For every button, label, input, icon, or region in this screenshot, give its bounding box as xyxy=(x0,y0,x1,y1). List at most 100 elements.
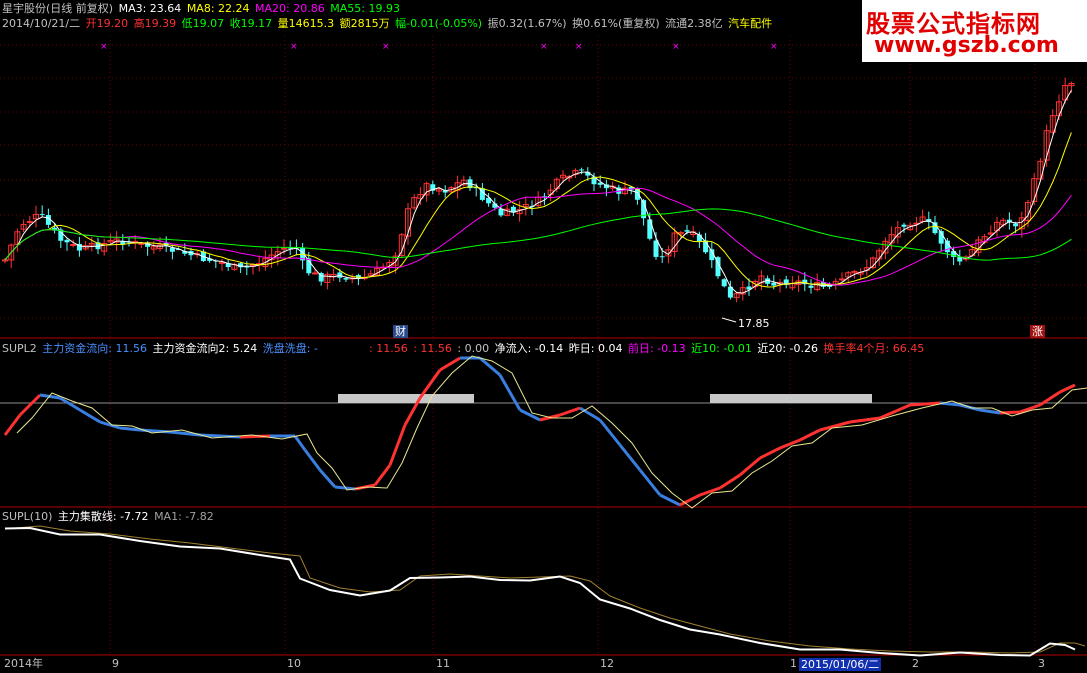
price-header-row2: 2014/10/21/二 开19.20 高19.39 低19.07 收19.17… xyxy=(2,17,774,30)
candle-body-up xyxy=(839,278,845,281)
supl2-name[interactable]: SUPL2 xyxy=(2,342,37,355)
candle-body-down xyxy=(721,279,727,287)
supl-name[interactable]: SUPL(10) xyxy=(2,510,52,523)
signal-marker: × xyxy=(575,42,583,52)
candle-body-down xyxy=(647,219,653,239)
xaxis-month-3: 3 xyxy=(1038,657,1045,670)
stock-title[interactable]: 星宇股份(日线 前复权) xyxy=(2,2,113,15)
financial-report-tag[interactable]: 财 xyxy=(393,325,408,338)
ma20-readout: MA20: 20.86 xyxy=(255,2,325,15)
ma8-line xyxy=(4,132,1072,288)
signal-marker: × xyxy=(382,42,390,52)
oscillator-segment xyxy=(679,493,701,507)
supl2-header: SUPL2 主力资金流向: 11.56 主力资金流向2: 5.24 洗盘洗盘: … xyxy=(2,342,320,355)
oscillator-segment xyxy=(1059,383,1076,394)
xaxis-cursor-date[interactable]: 2015/01/06/二 xyxy=(799,658,882,671)
candle-body-down xyxy=(579,169,585,171)
oscillator-segment xyxy=(799,428,821,442)
turnover-readout: 换0.61%(重复权) xyxy=(572,17,660,30)
supl2-v3: : 0.00 xyxy=(457,342,490,355)
low-price-pointer xyxy=(721,317,737,323)
oscillator-segment xyxy=(819,420,851,432)
oscillator-segment xyxy=(318,469,337,488)
candle-body-down xyxy=(1013,223,1019,227)
float-cap-readout: 流通2.38亿 xyxy=(665,17,723,30)
open-readout: 开19.20 xyxy=(85,17,129,30)
oscillator-segment xyxy=(303,449,322,471)
oscillator-segment xyxy=(879,403,911,420)
wash-bar-2 xyxy=(710,394,872,403)
signal-marker: × xyxy=(540,42,548,52)
ma55-line xyxy=(4,208,1072,261)
candle-body-down xyxy=(808,285,814,288)
prev-day-readout: 前日: -0.13 xyxy=(627,342,686,355)
change-readout: 幅-0.01(-0.05%) xyxy=(395,17,483,30)
signal-marker: × xyxy=(290,42,298,52)
yesterday-readout: 昨日: 0.04 xyxy=(568,342,623,355)
candle-body-up xyxy=(219,261,225,264)
site-watermark: 股票公式指标网 www.gszb.com xyxy=(862,0,1087,62)
low-readout: 低19.07 xyxy=(181,17,225,30)
candle-body-up xyxy=(312,272,318,275)
industry-readout[interactable]: 汽车配件 xyxy=(728,17,772,30)
oscillator-segment xyxy=(519,408,541,422)
signal-marker: × xyxy=(100,42,108,52)
wash-readout: 洗盘洗盘: - xyxy=(262,342,318,355)
oscillator-segment xyxy=(418,369,442,399)
xaxis-month-12: 12 xyxy=(600,657,614,670)
oscillator-segment xyxy=(759,446,781,460)
candle-body-down xyxy=(39,214,45,216)
supl2-v2: : 11.56 xyxy=(413,342,452,355)
candle-body-down xyxy=(659,256,665,258)
oscillator-segment xyxy=(598,419,622,446)
candle-body-down xyxy=(771,282,777,286)
candle-body-up xyxy=(70,244,77,247)
close-readout: 收19.17 xyxy=(229,17,273,30)
ma8-readout: MA8: 22.24 xyxy=(186,2,250,15)
amplitude-readout: 振0.32(1.67%) xyxy=(487,17,567,30)
xaxis-month-2: 2 xyxy=(912,657,919,670)
oscillator-segment xyxy=(618,444,642,471)
xaxis-year: 2014年 xyxy=(4,657,43,670)
xaxis-month-11: 11 xyxy=(436,657,450,670)
high-readout: 高19.39 xyxy=(133,17,177,30)
oscillator-segment xyxy=(293,435,307,451)
ma55-readout: MA55: 19.93 xyxy=(330,2,400,15)
price-header-row1: 星宇股份(日线 前复权) MA3: 23.64 MA8: 22.24 MA20:… xyxy=(2,2,402,15)
near10-readout: 近10: -0.01 xyxy=(691,342,752,355)
xaxis-month-9: 9 xyxy=(112,657,119,670)
candle-body-down xyxy=(684,230,690,232)
kline-chart-canvas[interactable]: × × × × × × × xyxy=(0,0,1087,673)
xaxis-month-1: 1 xyxy=(790,657,797,670)
signal-marker: × xyxy=(770,42,778,52)
supl2-oscillator xyxy=(3,355,1087,509)
watermark-url: www.gszb.com xyxy=(874,33,1059,58)
supl-gather-path xyxy=(4,526,1076,657)
oscillator-segment xyxy=(559,406,581,417)
oscillator-segment xyxy=(119,426,141,432)
candle-body-down xyxy=(64,239,70,243)
candle-body-up xyxy=(2,259,8,262)
limit-up-tag[interactable]: 涨 xyxy=(1030,325,1045,338)
oscillator-segment xyxy=(373,464,392,486)
oscillator-segment xyxy=(498,374,522,411)
gather-line-readout: 主力集散线: -7.72 xyxy=(57,510,149,523)
low-price-label: 17.85 xyxy=(738,317,770,330)
supl2-v1: : 11.56 xyxy=(369,342,408,355)
candlestick-series xyxy=(2,77,1075,303)
xaxis-month-10: 10 xyxy=(287,657,301,670)
wash-bar-1 xyxy=(338,394,474,403)
oscillator-segment xyxy=(388,424,407,466)
ma3-readout: MA3: 23.64 xyxy=(118,2,182,15)
candle-body-up xyxy=(26,220,33,223)
supl2-values: : 11.56 : 11.56 : 0.00 净流入: -0.14 昨日: 0.… xyxy=(369,342,926,355)
near20-readout: 近20: -0.26 xyxy=(757,342,818,355)
turnover-4m-readout: 换手率4个月: 66.45 xyxy=(823,342,925,355)
volume-readout: 量14615.3 xyxy=(277,17,335,30)
candle-body-down xyxy=(901,224,907,227)
date-readout: 2014/10/21/二 xyxy=(2,17,81,30)
supl-header: SUPL(10) 主力集散线: -7.72 MA1: -7.82 xyxy=(2,510,216,523)
oscillator-segment xyxy=(739,456,761,477)
candle-body-down xyxy=(653,240,659,257)
candle-body-down xyxy=(343,278,349,280)
